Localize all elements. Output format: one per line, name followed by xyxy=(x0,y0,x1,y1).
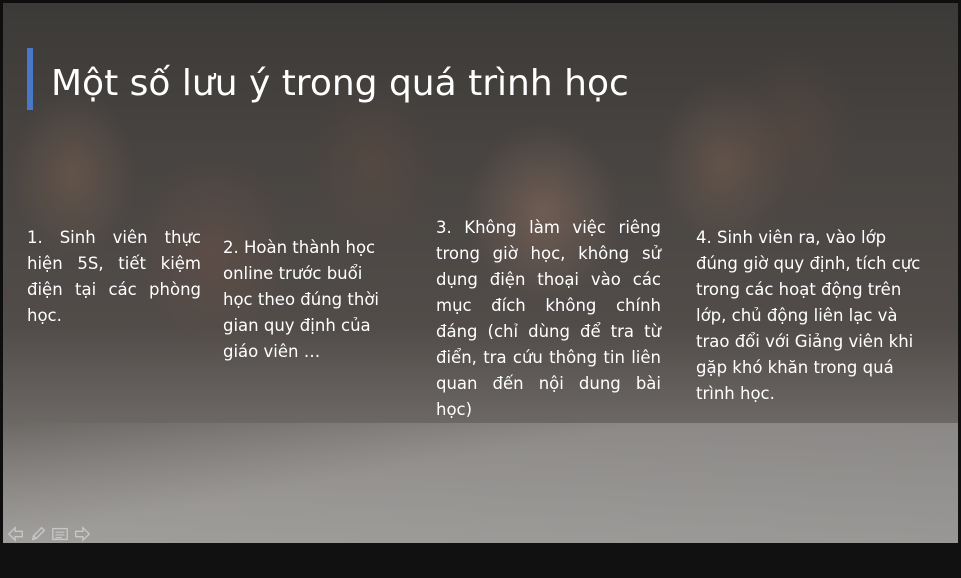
note-item-3: 3. Không làm việc riêng trong giờ học, k… xyxy=(436,218,661,419)
note-item-1: 1. Sinh viên thực hiện 5S, tiết kiệm điệ… xyxy=(27,228,201,325)
slide-menu-button[interactable] xyxy=(50,524,70,543)
slide-title: Một số lưu ý trong quá trình học xyxy=(51,63,629,104)
next-arrow-icon xyxy=(75,526,91,542)
next-slide-button[interactable] xyxy=(72,524,92,543)
slideshow-nav xyxy=(6,524,92,543)
previous-slide-button[interactable] xyxy=(6,524,26,543)
note-item-4: 4. Sinh viên ra, vào lớp đúng giờ quy đị… xyxy=(696,228,921,403)
menu-icon xyxy=(52,527,68,541)
presentation-bottom-bar xyxy=(0,543,961,578)
pen-tool-button[interactable] xyxy=(28,524,48,543)
pen-icon xyxy=(31,526,46,541)
previous-arrow-icon xyxy=(7,526,23,542)
slide-canvas: Một số lưu ý trong quá trình học 1. Sinh… xyxy=(3,3,958,543)
note-item-2: 2. Hoàn thành học online trước buổi học … xyxy=(223,238,380,361)
title-accent-bar xyxy=(27,48,33,110)
